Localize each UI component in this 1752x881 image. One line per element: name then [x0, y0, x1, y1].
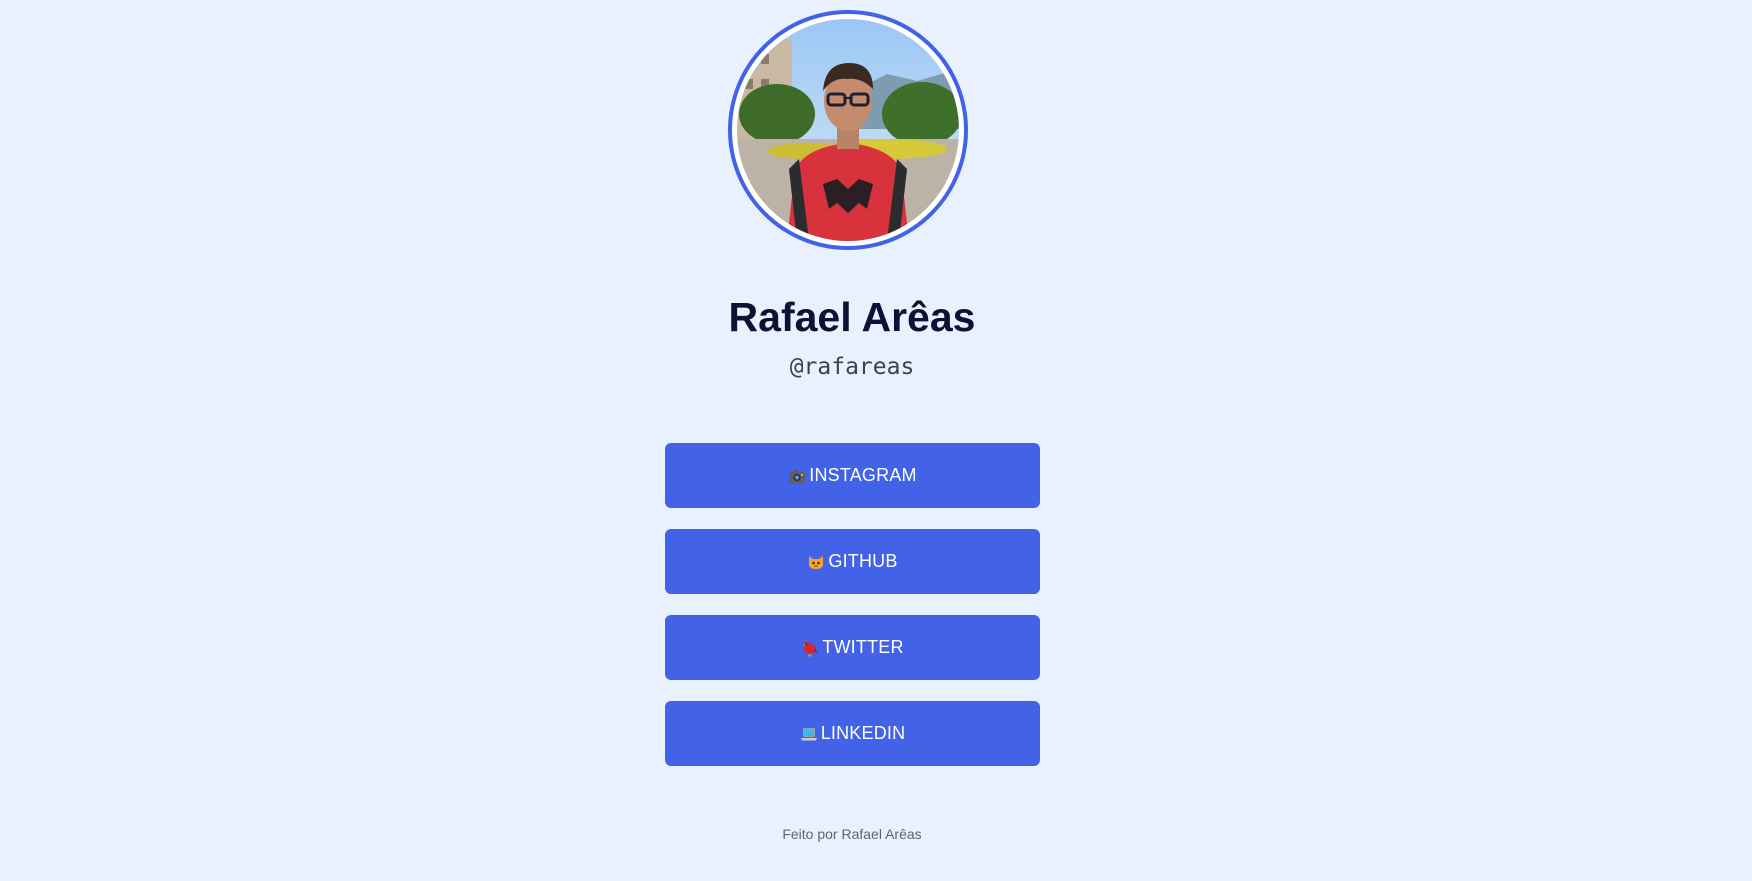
- twitter-label: TWITTER: [822, 637, 904, 657]
- profile-name: Rafael Arêas: [728, 294, 976, 340]
- bird-icon: [801, 639, 819, 657]
- profile-handle: @rafareas: [789, 354, 915, 380]
- camera-icon: [788, 467, 806, 485]
- avatar: [728, 10, 968, 250]
- footer-credit: Feito por Rafael Arêas: [782, 826, 922, 842]
- profile-photo: [737, 19, 959, 241]
- linkedin-label: LINKEDIN: [820, 723, 906, 743]
- instagram-label: INSTAGRAM: [809, 465, 917, 485]
- github-label: GITHUB: [828, 551, 898, 571]
- linkedin-link-button[interactable]: LINKEDIN: [665, 701, 1040, 766]
- github-link-button[interactable]: GITHUB: [665, 529, 1040, 594]
- twitter-link-button[interactable]: TWITTER: [665, 615, 1040, 680]
- cat-icon: [807, 553, 825, 571]
- instagram-link-button[interactable]: INSTAGRAM: [665, 443, 1040, 508]
- link-tree-page: Rafael Arêas @rafareas INSTAGRAM GITHUB …: [0, 0, 1752, 881]
- links-list: INSTAGRAM GITHUB TWITTER LINKEDIN: [665, 443, 1040, 787]
- laptop-icon: [800, 725, 818, 743]
